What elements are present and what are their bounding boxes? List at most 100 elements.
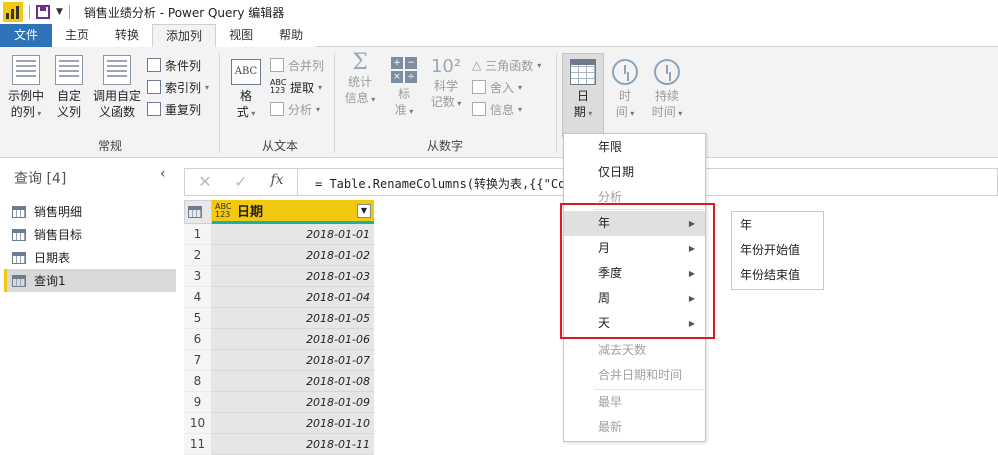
menu-item-month[interactable]: 月 ▶: [564, 236, 705, 261]
menu-item-day[interactable]: 天 ▶: [564, 311, 705, 336]
table-row[interactable]: 8 2018-01-08: [184, 371, 374, 392]
caret-icon: ▾: [537, 60, 542, 70]
table-cell[interactable]: 2018-01-03: [212, 266, 374, 287]
tab-view[interactable]: 视图: [216, 24, 266, 47]
menu-item-age[interactable]: 年限: [564, 135, 705, 160]
button-label: 期: [573, 105, 586, 119]
table-row[interactable]: 7 2018-01-07: [184, 350, 374, 371]
query-item[interactable]: 日期表: [4, 246, 176, 269]
sigma-icon: Σ: [352, 50, 368, 75]
tab-home[interactable]: 主页: [52, 24, 102, 47]
information-button[interactable]: 信息 ▾: [472, 99, 522, 119]
menu-item-week[interactable]: 周 ▶: [564, 286, 705, 311]
menu-item-parse[interactable]: 分析: [564, 185, 705, 210]
table-cell[interactable]: 2018-01-08: [212, 371, 374, 392]
submenu-item-year[interactable]: 年: [732, 213, 823, 238]
menu-item-date-only[interactable]: 仅日期: [564, 160, 705, 185]
table-cell[interactable]: 2018-01-05: [212, 308, 374, 329]
table-cell[interactable]: 2018-01-01: [212, 224, 374, 245]
menu-item-combine-date-time[interactable]: 合并日期和时间: [564, 363, 705, 388]
menu-item-subtract-days[interactable]: 减去天数: [564, 338, 705, 363]
formula-input[interactable]: = Table.RenameColumns(转换为表,{{"Colu: [315, 175, 580, 192]
collapse-pane-icon[interactable]: ‹: [160, 166, 166, 182]
invoke-custom-function-button[interactable]: 调用自定 义函数: [90, 55, 144, 120]
button-label: 条件列: [165, 58, 202, 73]
table-row[interactable]: 6 2018-01-06: [184, 329, 374, 350]
conditional-column-button[interactable]: 条件列: [147, 55, 201, 75]
quick-access-dropdown-icon[interactable]: ▼: [56, 7, 63, 17]
tab-file[interactable]: 文件: [0, 24, 53, 47]
custom-column-button[interactable]: 自定 义列: [52, 55, 86, 120]
duration-button[interactable]: 持续 时间 ▾: [646, 59, 688, 122]
confirm-formula-icon[interactable]: ✓: [227, 172, 255, 192]
cancel-formula-icon[interactable]: ✕: [191, 172, 219, 192]
fx-icon[interactable]: fx: [263, 172, 291, 192]
submenu-item-start-of-year[interactable]: 年份开始值: [732, 238, 823, 263]
query-item-selected[interactable]: 查询1: [4, 269, 176, 292]
button-label: 时间: [651, 105, 676, 119]
menu-item-year[interactable]: 年 ▶: [564, 211, 705, 236]
table-cell[interactable]: 2018-01-11: [212, 434, 374, 455]
duplicate-column-button[interactable]: 重复列: [147, 99, 201, 119]
caret-icon: ▾: [368, 95, 376, 104]
table-row[interactable]: 2 2018-01-02: [184, 245, 374, 266]
format-button[interactable]: ABC 格 式 ▾: [226, 59, 266, 122]
table-icon: [188, 206, 202, 218]
triangle-icon: △: [472, 58, 482, 72]
tab-help[interactable]: 帮助: [266, 24, 316, 47]
date-dropdown-menu: 年限 仅日期 分析 年 ▶ 月 ▶ 季度 ▶ 周 ▶ 天 ▶ 减去天数 合并日期和时间 最…: [563, 133, 706, 442]
row-number: 10: [184, 413, 212, 434]
caret-icon: ▾: [585, 109, 593, 118]
rounding-button[interactable]: 舍入 ▾: [472, 77, 522, 97]
table-cell[interactable]: 2018-01-07: [212, 350, 374, 371]
table-icon: [12, 274, 26, 287]
merge-columns-button[interactable]: 合并列: [270, 55, 324, 75]
parse-button[interactable]: 分析 ▾: [270, 99, 320, 119]
save-icon[interactable]: [36, 5, 50, 19]
query-item[interactable]: 销售明细: [4, 200, 176, 223]
tabs-filler: [316, 24, 998, 47]
standard-button[interactable]: + − × ÷ 标 准 ▾: [386, 57, 422, 120]
menu-item-quarter[interactable]: 季度 ▶: [564, 261, 705, 286]
table-row[interactable]: 5 2018-01-05: [184, 308, 374, 329]
caret-icon: ▾: [627, 109, 635, 118]
button-label: 义列: [56, 105, 81, 119]
table-row[interactable]: 4 2018-01-04: [184, 287, 374, 308]
index-column-icon: [147, 80, 161, 94]
time-button[interactable]: 时 间 ▾: [606, 59, 644, 122]
table-menu-button[interactable]: [184, 200, 212, 224]
column-filter-icon[interactable]: ▼: [357, 204, 371, 218]
scientific-button[interactable]: 10² 科学 记数 ▾: [426, 58, 466, 112]
tab-transform[interactable]: 转换: [102, 24, 152, 47]
table-row[interactable]: 10 2018-01-10: [184, 413, 374, 434]
query-item[interactable]: 销售目标: [4, 223, 176, 246]
table-row[interactable]: 1 2018-01-01: [184, 224, 374, 245]
column-from-examples-button[interactable]: 示例中 的列 ▾: [4, 55, 48, 122]
extract-button[interactable]: ABC 123 提取 ▾: [270, 77, 322, 97]
table-row[interactable]: 9 2018-01-09: [184, 392, 374, 413]
table-row[interactable]: 11 2018-01-11: [184, 434, 374, 455]
column-header-date[interactable]: ABC 123 日期 ▼: [212, 200, 374, 224]
menu-item-label: 天: [598, 316, 611, 330]
table-cell[interactable]: 2018-01-04: [212, 287, 374, 308]
submenu-item-end-of-year[interactable]: 年份结束值: [732, 263, 823, 288]
button-label: 格: [239, 89, 252, 103]
tab-add-column[interactable]: 添加列: [152, 24, 217, 47]
table-cell[interactable]: 2018-01-02: [212, 245, 374, 266]
submenu-arrow-icon: ▶: [688, 219, 695, 228]
button-label: 时: [618, 89, 631, 103]
date-button[interactable]: 日 期 ▾: [562, 59, 604, 122]
table-cell[interactable]: 2018-01-06: [212, 329, 374, 350]
type-any-icon: ABC 123: [215, 202, 233, 219]
menu-item-earliest[interactable]: 最早: [564, 390, 705, 415]
table-icon: [12, 205, 26, 218]
column-name: 日期: [237, 205, 264, 220]
group-separator: [556, 53, 557, 153]
table-row[interactable]: 3 2018-01-03: [184, 266, 374, 287]
statistics-button[interactable]: Σ 统计 信息 ▾: [340, 50, 380, 108]
index-column-button[interactable]: 索引列 ▾: [147, 77, 209, 97]
trigonometry-button[interactable]: △ 三角函数 ▾: [472, 55, 541, 75]
menu-item-latest[interactable]: 最新: [564, 415, 705, 440]
table-cell[interactable]: 2018-01-10: [212, 413, 374, 434]
table-cell[interactable]: 2018-01-09: [212, 392, 374, 413]
